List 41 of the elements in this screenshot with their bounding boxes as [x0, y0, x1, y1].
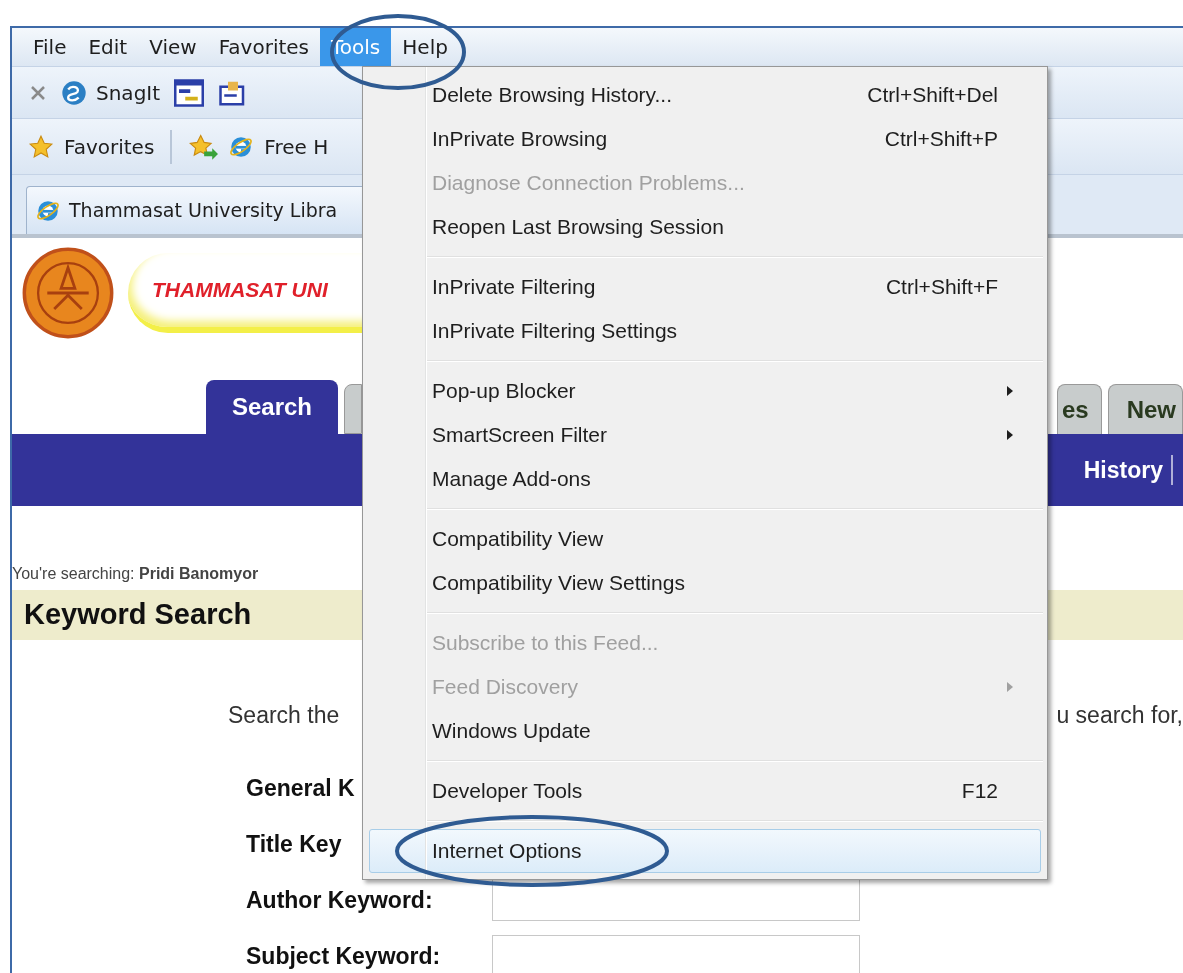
- menu-bar-item[interactable]: Help: [391, 28, 459, 66]
- menu-item[interactable]: Developer Tools F12: [369, 769, 1041, 813]
- page-tab[interactable]: [344, 384, 362, 434]
- menu-bar-item[interactable]: Favorites: [207, 28, 320, 66]
- snagit-button[interactable]: SnagIt: [96, 77, 161, 108]
- star-arrow-icon[interactable]: [188, 132, 219, 161]
- menu-item[interactable]: InPrivate Filtering Settings: [369, 309, 1041, 353]
- favorites-button[interactable]: Favorites: [64, 131, 155, 162]
- field-label: General K: [246, 774, 355, 801]
- intro-text: u search for,: [1056, 700, 1183, 730]
- menu-item[interactable]: InPrivate Filtering Ctrl+Shift+F: [369, 265, 1041, 309]
- menu-item[interactable]: SmartScreen Filter: [369, 413, 1041, 457]
- intro-text: Search the: [228, 700, 340, 730]
- input-field[interactable]: [492, 879, 860, 921]
- menu-item[interactable]: Windows Update: [369, 709, 1041, 753]
- menu-item[interactable]: Manage Add-ons: [369, 457, 1041, 501]
- menu-item[interactable]: Compatibility View Settings: [369, 561, 1041, 605]
- field-label: Subject Keyword:: [246, 942, 441, 969]
- menu-item[interactable]: Compatibility View: [369, 517, 1041, 561]
- menu-bar-item[interactable]: Edit: [77, 28, 139, 66]
- menu-item[interactable]: Internet Options: [369, 829, 1041, 873]
- menu-bar-item[interactable]: View: [138, 28, 208, 66]
- input-field[interactable]: [492, 935, 860, 973]
- field-label: Title Key: [246, 830, 342, 857]
- banner-text: THAMMASAT UNI: [152, 277, 328, 304]
- history-link[interactable]: History: [1083, 452, 1163, 488]
- page-tab[interactable]: Search: [206, 380, 338, 434]
- page-tab[interactable]: New: [1107, 384, 1183, 434]
- menu-item[interactable]: Pop-up Blocker: [369, 369, 1041, 413]
- searching-text: You're searching: Pridi Banomyor: [12, 564, 259, 584]
- favorites-link[interactable]: Free H: [264, 131, 329, 162]
- swirl-logo-icon: [60, 78, 88, 107]
- menu-item[interactable]: Delete Browsing History... Ctrl+Shift+Del: [369, 73, 1041, 117]
- close-icon[interactable]: [30, 84, 46, 101]
- window-icon[interactable]: [174, 78, 205, 107]
- menu-bar-item[interactable]: File: [22, 28, 78, 66]
- keyword-search-heading: Keyword Search: [24, 597, 252, 633]
- page-tab[interactable]: es: [1056, 384, 1102, 434]
- menu-item[interactable]: InPrivate Browsing Ctrl+Shift+P: [369, 117, 1041, 161]
- field-label: Author Keyword:: [246, 886, 433, 913]
- star-icon: [28, 133, 54, 160]
